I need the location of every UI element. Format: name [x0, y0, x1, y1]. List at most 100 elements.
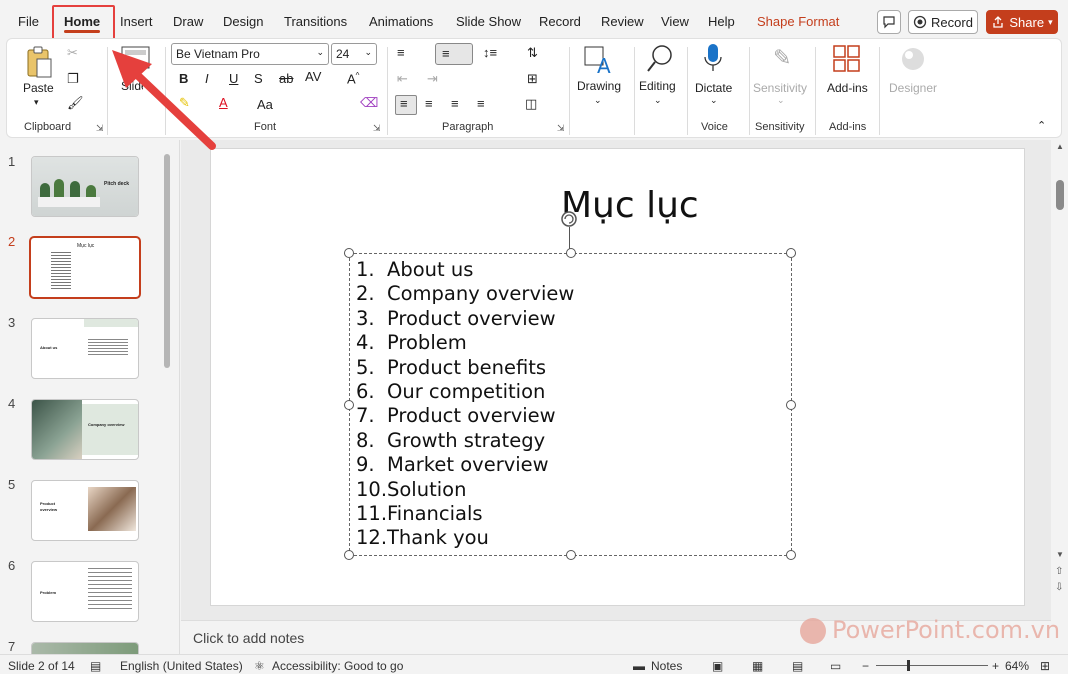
shadow-button[interactable]: S: [254, 71, 263, 86]
comments-button[interactable]: [877, 10, 901, 34]
tab-insert[interactable]: Insert: [120, 14, 153, 29]
chevron-down-icon[interactable]: ▾: [34, 97, 39, 108]
chevron-down-icon[interactable]: ⌄: [654, 95, 662, 106]
scroll-thumb[interactable]: [1056, 180, 1064, 210]
notes-placeholder[interactable]: Click to add notes: [193, 630, 304, 646]
slides-label[interactable]: Slides: [121, 79, 143, 93]
slide-thumbnail-2[interactable]: Mục lục: [29, 236, 141, 299]
reading-view-icon[interactable]: ▤: [792, 659, 803, 673]
fit-to-window-icon[interactable]: ⊞: [1040, 659, 1050, 673]
align-center-icon[interactable]: ≡: [425, 96, 433, 111]
next-slide-icon[interactable]: ⇩: [1055, 582, 1063, 593]
tab-review[interactable]: Review: [601, 14, 644, 29]
paste-label[interactable]: Paste: [23, 81, 54, 95]
language-status[interactable]: English (United States): [120, 659, 243, 673]
shapes-icon[interactable]: A: [583, 43, 615, 75]
bullets-icon[interactable]: ≡: [397, 45, 405, 60]
slide-thumbnail-1[interactable]: Pitch deck: [31, 156, 139, 217]
change-case-button[interactable]: Aa: [257, 97, 273, 112]
record-button[interactable]: Record: [908, 10, 978, 34]
slideshow-icon[interactable]: ▭: [830, 659, 841, 673]
zoom-in-icon[interactable]: +: [992, 659, 999, 673]
numbering-button[interactable]: ≡: [435, 43, 473, 65]
tab-draw[interactable]: Draw: [173, 14, 203, 29]
resize-handle[interactable]: [566, 248, 576, 258]
slide-thumbnail-3[interactable]: About us: [31, 318, 139, 379]
tab-shape-format[interactable]: Shape Format: [757, 14, 839, 29]
slide-thumbnail-4[interactable]: Company overview: [31, 399, 139, 460]
copy-icon[interactable]: ❐: [67, 71, 79, 87]
resize-handle[interactable]: [344, 248, 354, 258]
resize-handle[interactable]: [786, 400, 796, 410]
dialog-launcher-icon[interactable]: ⇲: [373, 123, 381, 134]
character-spacing-button[interactable]: AV: [305, 69, 321, 84]
slide-thumbnail-7[interactable]: [31, 642, 139, 654]
scroll-up-icon[interactable]: ▲: [1056, 142, 1064, 151]
tab-help[interactable]: Help: [708, 14, 735, 29]
tab-slide-show[interactable]: Slide Show: [456, 14, 521, 29]
dictate-label[interactable]: Dictate: [695, 81, 732, 95]
strikethrough-button[interactable]: ab: [279, 71, 293, 86]
editing-label[interactable]: Editing: [639, 79, 676, 93]
rotate-handle-icon[interactable]: [559, 209, 579, 229]
font-color-icon[interactable]: A: [219, 95, 228, 110]
thumbnails-scrollbar[interactable]: [164, 154, 170, 368]
line-spacing-icon[interactable]: ↕≡: [483, 45, 497, 60]
slide-scrollbar[interactable]: ▲ ▼ ⇧ ⇩: [1052, 140, 1068, 620]
microphone-icon[interactable]: [703, 43, 723, 75]
zoom-slider[interactable]: [876, 665, 988, 666]
clear-formatting-icon[interactable]: ⌫: [360, 95, 378, 111]
share-button[interactable]: Share ▾: [986, 10, 1058, 34]
tab-transitions[interactable]: Transitions: [284, 14, 347, 29]
dialog-launcher-icon[interactable]: ⇲: [557, 123, 565, 134]
increase-font-icon[interactable]: A^: [347, 71, 359, 86]
notes-toggle[interactable]: Notes: [651, 659, 682, 673]
cut-icon[interactable]: ✂: [67, 45, 78, 61]
tab-view[interactable]: View: [661, 14, 689, 29]
resize-handle[interactable]: [786, 550, 796, 560]
zoom-level[interactable]: 64%: [1005, 659, 1029, 673]
dialog-launcher-icon[interactable]: ⇲: [96, 123, 104, 134]
zoom-out-icon[interactable]: −: [862, 659, 869, 673]
collapse-ribbon-icon[interactable]: ⌃: [1037, 119, 1046, 132]
slide-canvas[interactable]: Mục lục 1. About us 2. Company overview 3.…: [210, 148, 1025, 606]
add-ins-label[interactable]: Add-ins: [827, 81, 868, 95]
new-slide-icon[interactable]: [121, 45, 151, 71]
toc-textbox[interactable]: 1. About us 2. Company overview 3. Product …: [344, 248, 796, 560]
underline-button[interactable]: U: [229, 71, 238, 86]
search-icon[interactable]: [645, 43, 675, 75]
scroll-down-icon[interactable]: ▼: [1056, 550, 1064, 559]
drawing-label[interactable]: Drawing: [577, 79, 621, 93]
paste-icon[interactable]: [25, 45, 55, 81]
columns-icon[interactable]: ◫: [525, 96, 537, 112]
tab-animations[interactable]: Animations: [369, 14, 433, 29]
slide-title[interactable]: Mục lục: [561, 185, 699, 226]
chevron-down-icon[interactable]: ⌄: [594, 95, 602, 106]
font-size-select[interactable]: 24 ⌄: [331, 43, 377, 65]
tab-design[interactable]: Design: [223, 14, 263, 29]
zoom-slider-thumb[interactable]: [907, 660, 910, 671]
resize-handle[interactable]: [786, 248, 796, 258]
align-right-icon[interactable]: ≡: [451, 96, 459, 111]
tab-record[interactable]: Record: [539, 14, 581, 29]
justify-icon[interactable]: ≡: [477, 96, 485, 111]
notes-icon[interactable]: ▬: [633, 659, 645, 673]
previous-slide-icon[interactable]: ⇧: [1055, 566, 1063, 577]
slide-thumbnail-6[interactable]: Problem: [31, 561, 139, 622]
spell-check-icon[interactable]: ▤: [90, 659, 101, 673]
chevron-down-icon[interactable]: ⌄: [710, 95, 718, 106]
add-ins-icon[interactable]: [833, 45, 861, 73]
format-painter-icon[interactable]: 🖌: [67, 95, 84, 111]
accessibility-icon[interactable]: ⚛: [254, 659, 265, 673]
slide-sorter-icon[interactable]: ▦: [752, 659, 763, 673]
accessibility-status[interactable]: Accessibility: Good to go: [272, 659, 403, 673]
font-family-select[interactable]: Be Vietnam Pro ⌄: [171, 43, 329, 65]
italic-button[interactable]: I: [205, 71, 209, 86]
resize-handle[interactable]: [566, 550, 576, 560]
tab-file[interactable]: File: [18, 14, 39, 29]
text-direction-icon[interactable]: ⇅: [527, 45, 538, 61]
bold-button[interactable]: B: [179, 71, 188, 86]
increase-indent-icon[interactable]: ⇥: [427, 71, 438, 87]
decrease-indent-icon[interactable]: ⇤: [397, 71, 408, 87]
resize-handle[interactable]: [344, 400, 354, 410]
